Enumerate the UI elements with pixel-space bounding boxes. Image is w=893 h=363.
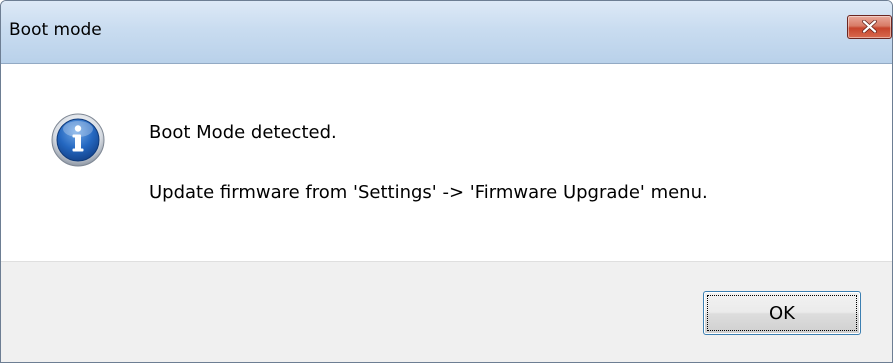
window-title: Boot mode [9,20,102,40]
ok-button-label: OK [769,302,795,324]
close-button[interactable] [847,15,892,39]
information-icon [51,113,105,167]
message-line-1: Boot Mode detected. [149,122,337,143]
close-icon [862,20,877,33]
dialog-window: Boot mode Boot Mode detected. Update fir… [0,0,893,363]
message-line-2: Update firmware from 'Settings' -> 'Firm… [149,182,708,203]
ok-button[interactable]: OK [703,291,861,335]
button-bar: OK [1,261,892,362]
message-area: Boot Mode detected. Update firmware from… [1,64,892,261]
title-bar[interactable]: Boot mode [1,1,892,64]
